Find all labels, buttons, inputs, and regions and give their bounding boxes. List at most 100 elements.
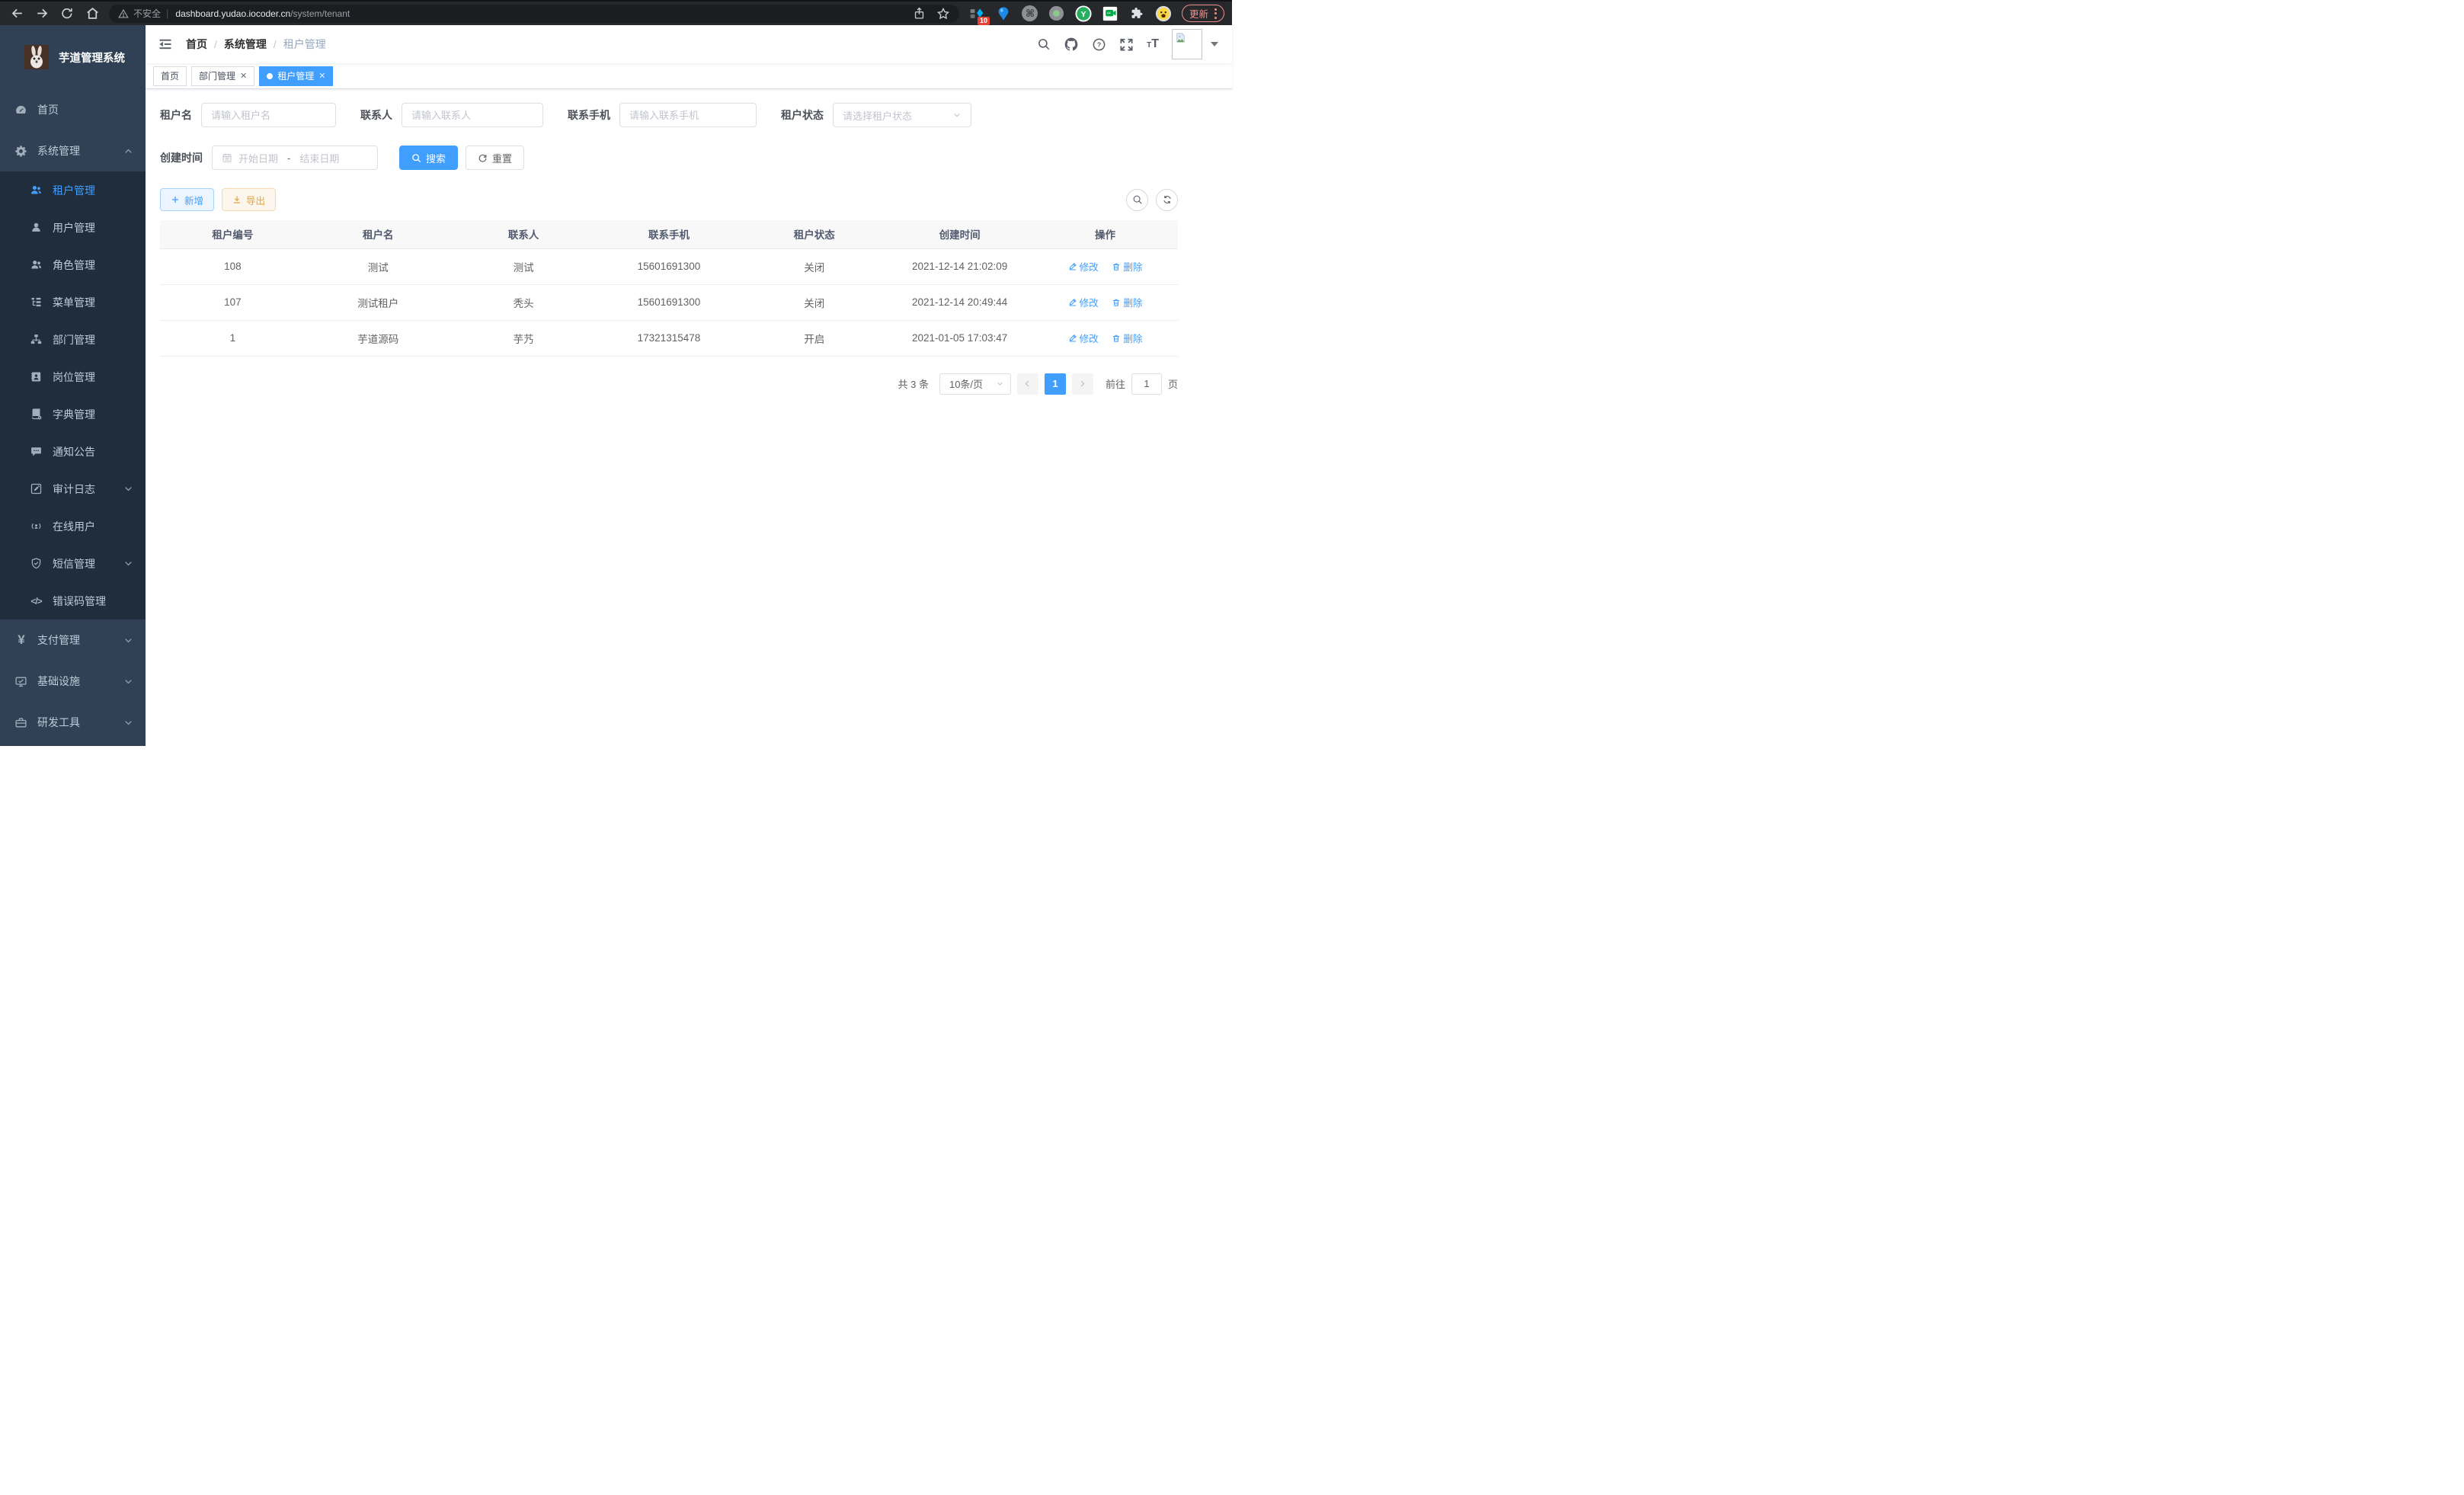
create-time-range-picker[interactable]: 开始日期 - 结束日期 [212,146,378,170]
page-number-button[interactable]: 1 [1045,373,1066,395]
sidebar-collapse-icon[interactable] [158,37,173,52]
sms-shield-icon [30,557,43,570]
font-size-icon[interactable]: TT [1147,37,1159,51]
app-title: 芋道管理系统 [59,50,125,66]
reset-button[interactable]: 重置 [466,146,524,170]
edit-button[interactable]: 修改 [1068,259,1099,274]
navbar-tools: ? TT [1037,29,1218,59]
extension-y-icon[interactable]: Y [1075,5,1092,22]
create-time-label: 创建时间 [160,150,203,165]
prev-page-button[interactable] [1017,373,1038,395]
breadcrumb-separator: / [214,38,217,50]
sidebar-item-user[interactable]: 用户管理 [0,209,146,246]
sidebar-item-role[interactable]: 角色管理 [0,246,146,283]
sidebar-item-error-code[interactable]: </> 错误码管理 [0,582,146,619]
sidebar-item-dev-tools[interactable]: 研发工具 [0,702,146,743]
extension-balloon-icon[interactable] [995,5,1012,22]
reload-icon[interactable] [58,5,76,23]
app-logo-row[interactable]: 芋道管理系统 [0,25,146,89]
extension-diamond-icon[interactable]: 10 [968,5,985,22]
bookmark-star-icon[interactable] [936,7,950,21]
delete-button[interactable]: 删除 [1112,295,1142,309]
forward-icon[interactable] [33,5,51,23]
sidebar-item-pay[interactable]: ¥ 支付管理 [0,619,146,661]
sidebar-item-notice[interactable]: 通知公告 [0,433,146,470]
back-icon[interactable] [8,5,26,23]
add-button[interactable]: 新增 [160,188,214,211]
avatar[interactable] [1172,29,1202,59]
goto-label: 前往 [1106,376,1125,391]
github-icon[interactable] [1064,37,1079,52]
page-size-select[interactable]: 10条/页 [939,373,1011,395]
goto-page-input[interactable] [1131,373,1162,395]
share-icon[interactable] [913,7,926,20]
close-tab-icon[interactable]: ✕ [318,71,325,81]
chevron-down-icon [952,110,962,120]
extension-green-dot-icon[interactable] [1048,5,1065,22]
dictionary-icon [30,408,43,421]
chevron-down-icon [123,677,133,687]
table-toolbar: 新增 导出 [160,188,1178,211]
show-search-toggle-button[interactable] [1126,189,1148,211]
browser-update-button[interactable]: 更新 [1182,5,1224,22]
download-icon [232,195,242,204]
broken-image-icon [1175,32,1186,43]
sidebar-item-post[interactable]: 岗位管理 [0,358,146,395]
mobile-input[interactable] [619,103,757,127]
refresh-icon [478,153,488,163]
tenant-name-input[interactable] [201,103,336,127]
sidebar-item-sms[interactable]: 短信管理 [0,545,146,582]
extension-command-icon[interactable]: ⌘ [1022,5,1038,22]
delete-button[interactable]: 删除 [1112,259,1142,274]
sidebar-item-menu[interactable]: 菜单管理 [0,283,146,321]
fullscreen-icon[interactable] [1119,37,1134,52]
tab-home[interactable]: 首页 [153,66,187,86]
header-search-icon[interactable] [1037,37,1051,51]
sidebar-item-home[interactable]: 首页 [0,89,146,130]
date-start-placeholder[interactable]: 开始日期 [238,151,278,165]
next-page-button[interactable] [1072,373,1093,395]
browser-toolbar: 不安全 | dashboard.yudao.iocoder.cn/system/… [0,0,1232,25]
sidebar-item-system[interactable]: 系统管理 [0,130,146,171]
gear-icon [14,145,27,158]
delete-button[interactable]: 删除 [1112,331,1142,345]
help-icon[interactable]: ? [1092,37,1106,52]
browser-extensions: 10 ⌘ Y [968,5,1172,22]
not-secure-warning-icon [118,8,129,19]
update-label: 更新 [1189,6,1208,21]
status-label: 租户状态 [781,107,824,123]
sidebar-item-tenant[interactable]: 租户管理 [0,171,146,209]
refresh-table-button[interactable] [1156,189,1178,211]
contact-label: 联系人 [360,107,392,123]
online-users-icon [30,520,43,533]
user-icon [30,221,43,234]
chevron-up-icon [123,146,133,156]
sidebar-item-audit-log[interactable]: 审计日志 [0,470,146,507]
col-mobile: 联系手机 [597,220,742,248]
breadcrumb-system[interactable]: 系统管理 [224,37,267,52]
extensions-puzzle-icon[interactable] [1128,5,1145,22]
export-button[interactable]: 导出 [222,188,276,211]
table-body: 108 测试 测试 15601691300 关闭 2021-12-14 21:0… [160,248,1178,356]
extension-chat-icon[interactable] [1102,5,1118,22]
sidebar-item-dict[interactable]: 字典管理 [0,395,146,433]
sidebar-item-online-user[interactable]: 在线用户 [0,507,146,545]
contact-input[interactable] [402,103,543,127]
sidebar-item-infra[interactable]: 基础设施 [0,661,146,702]
home-icon[interactable] [83,5,101,23]
tab-dept[interactable]: 部门管理 ✕ [191,66,254,86]
date-end-placeholder[interactable]: 结束日期 [299,151,339,165]
edit-button[interactable]: 修改 [1068,331,1099,345]
search-button[interactable]: 搜索 [399,146,458,170]
extension-emoji-icon[interactable] [1155,5,1172,22]
browser-menu-icon[interactable] [1214,8,1217,19]
chevron-down-icon [123,559,133,568]
sidebar-item-dept[interactable]: 部门管理 [0,321,146,358]
status-select[interactable]: 请选择租户状态 [833,103,971,127]
close-tab-icon[interactable]: ✕ [240,71,247,81]
avatar-dropdown-icon[interactable] [1211,42,1218,46]
address-bar[interactable]: 不安全 | dashboard.yudao.iocoder.cn/system/… [109,5,959,23]
edit-button[interactable]: 修改 [1068,295,1099,309]
breadcrumb-home[interactable]: 首页 [186,37,207,52]
tab-tenant[interactable]: 租户管理 ✕ [259,66,333,86]
